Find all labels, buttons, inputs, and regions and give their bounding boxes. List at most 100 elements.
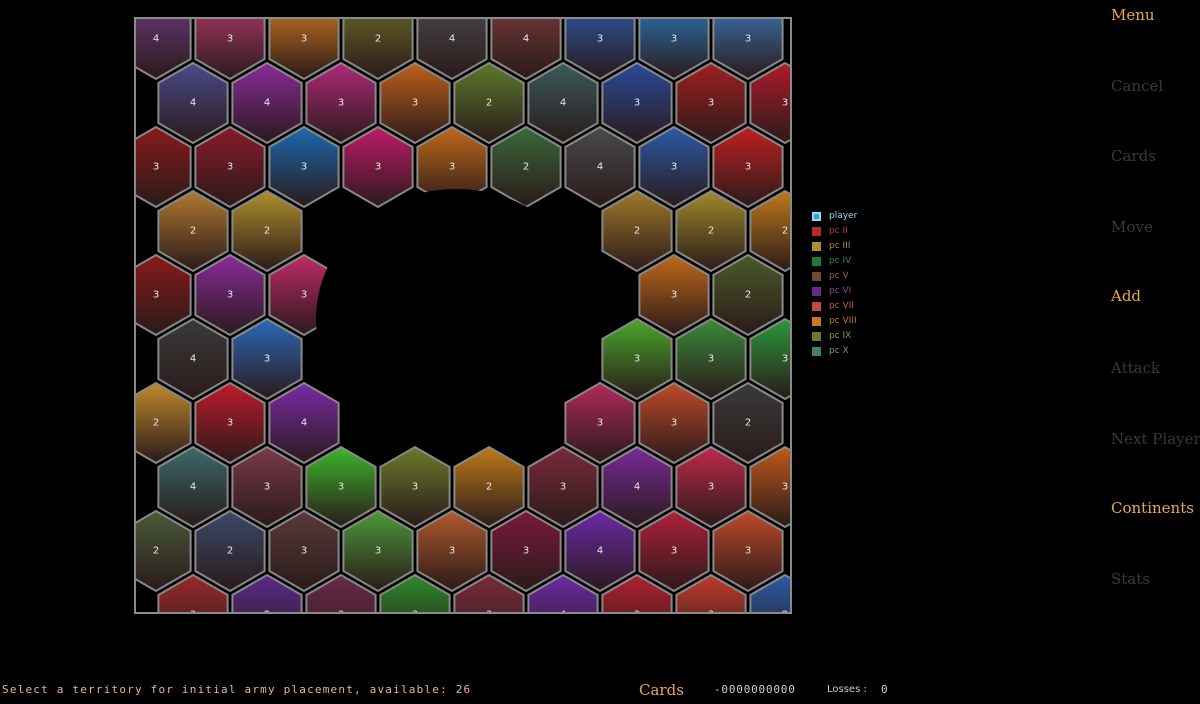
legend-label: pc V: [829, 271, 849, 281]
army-count: 3: [412, 98, 418, 109]
army-count: 3: [745, 34, 751, 45]
legend-swatch: [812, 257, 821, 266]
army-count: 3: [338, 610, 344, 613]
army-count: 2: [264, 226, 270, 237]
army-count: 4: [301, 418, 307, 429]
army-count: 2: [227, 546, 233, 557]
score-counter: -0000000000: [714, 683, 796, 696]
menu-item-cancel[interactable]: Cancel: [1111, 77, 1163, 95]
army-count: 3: [745, 162, 751, 173]
army-count: 3: [708, 354, 714, 365]
army-count: 3: [634, 610, 640, 613]
legend-swatch: [812, 302, 821, 311]
army-count: 3: [708, 98, 714, 109]
territory[interactable]: [136, 509, 192, 593]
territory[interactable]: [136, 253, 192, 337]
army-count: 3: [301, 34, 307, 45]
army-count: 4: [597, 546, 603, 557]
legend-swatch: [812, 212, 821, 221]
territory[interactable]: [136, 381, 192, 465]
army-count: 3: [227, 290, 233, 301]
army-count: 4: [523, 34, 529, 45]
army-count: 2: [745, 418, 751, 429]
menu-item-continents[interactable]: Continents: [1111, 499, 1194, 517]
army-count: 3: [412, 482, 418, 493]
army-count: 3: [301, 162, 307, 173]
status-message: Select a territory for initial army plac…: [2, 683, 472, 696]
game-map[interactable]: 4 3 3 2 4 4 3 3 3 4 4 3 3 2 4 3 3 3 3 3 3 3 3 2 4 3 3 2 2 2 2 2 3 3 3 3 2 4 3 3…: [134, 17, 792, 614]
army-count: 3: [375, 162, 381, 173]
army-count: 4: [597, 162, 603, 173]
losses-label: Losses :: [827, 684, 867, 695]
legend-label: pc III: [829, 241, 851, 251]
legend-label: pc VIII: [829, 316, 857, 326]
army-count: 2: [153, 546, 159, 557]
menu-item-attack[interactable]: Attack: [1111, 359, 1160, 377]
army-count: 3: [153, 290, 159, 301]
army-count: 2: [745, 290, 751, 301]
army-count: 4: [560, 98, 566, 109]
legend-label: pc VII: [829, 301, 854, 311]
army-count: 3: [227, 418, 233, 429]
army-count: 4: [560, 610, 566, 613]
territory[interactable]: [136, 125, 192, 209]
army-count: 3: [671, 290, 677, 301]
army-count: 3: [671, 418, 677, 429]
territory-map-svg[interactable]: 4 3 3 2 4 4 3 3 3 4 4 3 3 2 4 3 3 3 3 3 3 3 3 2 4 3 3 2 2 2 2 2 3 3 3 3 2 4 3 3…: [136, 19, 790, 612]
legend-entry: pc V: [812, 269, 857, 284]
army-count: 3: [597, 34, 603, 45]
army-count: 3: [264, 482, 270, 493]
army-count: 2: [190, 226, 196, 237]
menu-item-add[interactable]: Add: [1111, 287, 1141, 305]
army-count: 4: [449, 34, 455, 45]
menu-item-move[interactable]: Move: [1111, 218, 1153, 236]
army-count: 2: [486, 98, 492, 109]
legend-entry: pc VII: [812, 299, 857, 314]
legend-swatch: [812, 242, 821, 251]
menu-item-cards[interactable]: Cards: [1111, 147, 1156, 165]
army-count: 3: [412, 610, 418, 613]
menu-item-next-player[interactable]: Next Player: [1111, 430, 1200, 448]
losses-value: 0: [881, 683, 888, 696]
army-count: 4: [190, 354, 196, 365]
legend-entry: pc VIII: [812, 314, 857, 329]
army-count: 2: [264, 610, 270, 613]
player-legend: player pc II pc III pc IV pc V pc VI pc VII pc …: [812, 209, 857, 359]
army-count: 4: [634, 482, 640, 493]
army-count: 3: [782, 354, 788, 365]
army-count: 3: [597, 418, 603, 429]
army-count: 3: [708, 482, 714, 493]
legend-entry: pc VI: [812, 284, 857, 299]
legend-entry: pc II: [812, 224, 857, 239]
army-count: 3: [745, 546, 751, 557]
army-count: 3: [449, 162, 455, 173]
army-count: 3: [634, 98, 640, 109]
army-count: 3: [227, 162, 233, 173]
void-region: [316, 189, 596, 449]
legend-swatch: [812, 332, 821, 341]
army-count: 3: [671, 34, 677, 45]
legend-label: pc X: [829, 346, 849, 356]
cards-label[interactable]: Cards: [639, 681, 684, 699]
army-count: 4: [153, 34, 159, 45]
menu-item-stats[interactable]: Stats: [1111, 570, 1150, 588]
legend-label: pc II: [829, 226, 848, 236]
army-count: 2: [153, 418, 159, 429]
legend-swatch: [812, 347, 821, 356]
army-count: 3: [338, 98, 344, 109]
menu-item-menu[interactable]: Menu: [1111, 6, 1155, 24]
legend-label: pc IV: [829, 256, 852, 266]
legend-label: pc VI: [829, 286, 852, 296]
army-count: 3: [634, 354, 640, 365]
legend-swatch: [812, 227, 821, 236]
army-count: 3: [338, 482, 344, 493]
legend-swatch: [812, 272, 821, 281]
legend-entry: player: [812, 209, 857, 224]
army-count: 3: [782, 98, 788, 109]
legend-entry: pc X: [812, 344, 857, 359]
legend-swatch: [812, 317, 821, 326]
army-count: 2: [486, 482, 492, 493]
army-count: 3: [671, 546, 677, 557]
army-count: 3: [560, 482, 566, 493]
legend-entry: pc III: [812, 239, 857, 254]
